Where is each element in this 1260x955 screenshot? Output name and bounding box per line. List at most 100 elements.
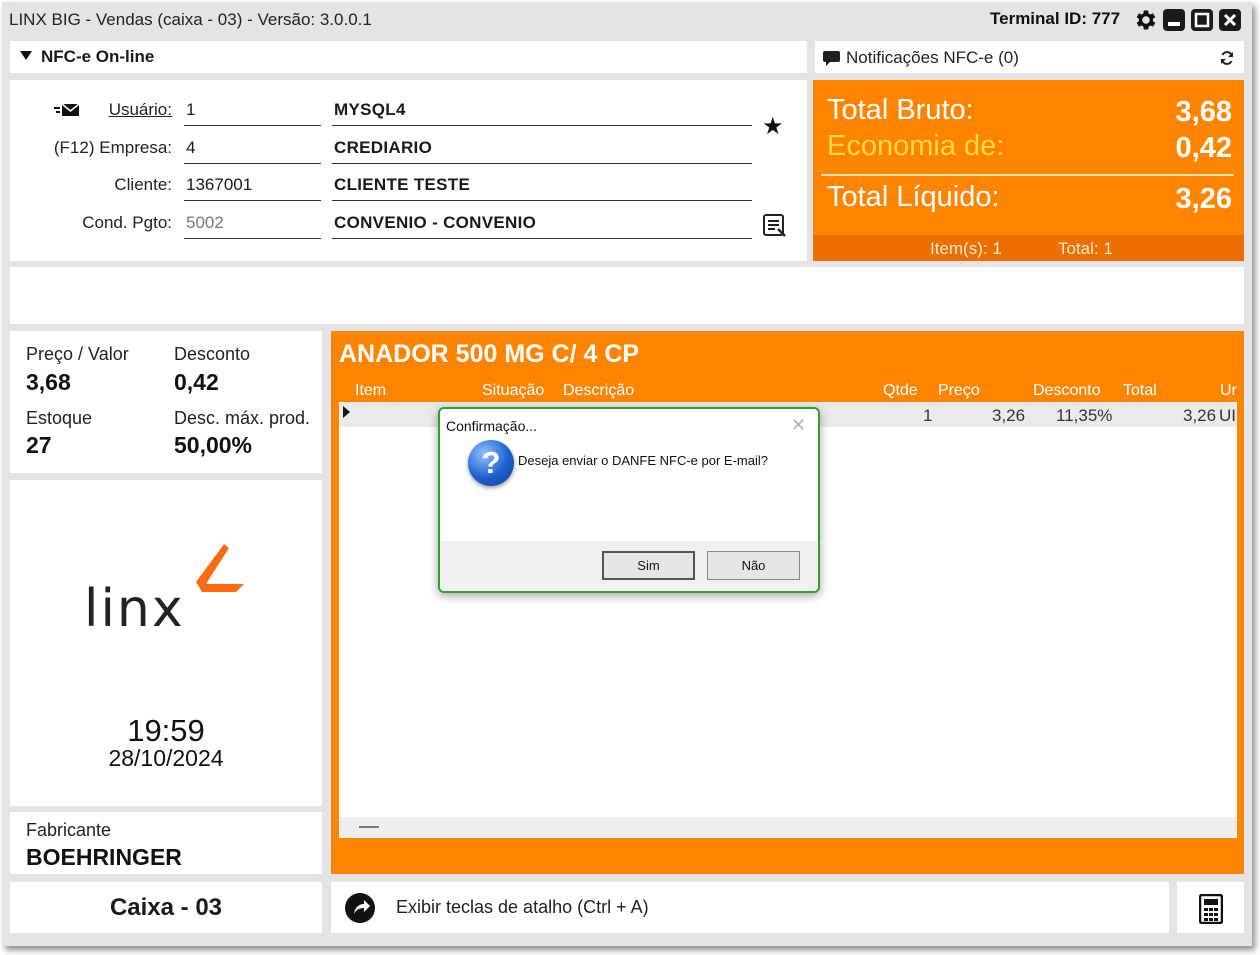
desconto-label: Desconto	[174, 344, 251, 364]
yes-button[interactable]: Sim	[602, 551, 695, 580]
usuario-name-field: MYSQL4	[332, 96, 752, 126]
preco-label: Preço / Valor	[26, 344, 129, 364]
desc-max-value: 50,00%	[174, 432, 253, 458]
totals-footer: Item(s): 1 Total: 1	[813, 235, 1244, 261]
product-info-panel: Preço / Valor 3,68 Desconto 0,42 Estoque…	[10, 331, 322, 473]
question-icon: ?	[468, 440, 514, 486]
col-situacao[interactable]: Situação	[482, 382, 544, 400]
grid-footer	[339, 817, 1237, 838]
cliente-code-field[interactable]: 1367001	[184, 171, 321, 201]
cliente-row: Cliente: 1367001 CLIENTE TESTE	[10, 167, 807, 201]
close-icon	[1223, 13, 1237, 27]
estoque-value: 27	[26, 432, 52, 458]
terminal-id: Terminal ID: 777	[990, 9, 1121, 28]
usuario-row: Usuário: 1 MYSQL4 ★	[10, 92, 807, 140]
send-email-icon[interactable]	[54, 102, 80, 118]
col-preco[interactable]: Preço	[938, 382, 980, 400]
total-bruto-label: Total Bruto:	[827, 94, 974, 126]
cond-pgto-name-field: CONVENIO - CONVENIO	[332, 209, 752, 239]
col-descricao[interactable]: Descrição	[563, 382, 634, 400]
notifications-bar[interactable]: Notificações NFC-e (0)	[815, 41, 1244, 73]
close-button[interactable]	[1219, 9, 1241, 31]
cliente-name-field: CLIENTE TESTE	[332, 171, 752, 201]
economia-value: 0,42	[1175, 132, 1232, 164]
shortcut-label: Exibir teclas de atalho (Ctrl + A)	[396, 897, 649, 917]
svg-text:linx: linx	[84, 579, 185, 634]
dialog-message: Deseja enviar o DANFE NFC-e por E-mail?	[518, 453, 768, 468]
fabricante-value: BOEHRINGER	[26, 844, 182, 870]
share-arrow-icon	[345, 893, 375, 923]
product-input-bar[interactable]	[10, 267, 1244, 324]
logo-clock-panel: linx 19:59 28/10/2024	[10, 480, 322, 806]
dialog-body: ? Deseja enviar o DANFE NFC-e por E-mail…	[440, 440, 817, 541]
total-bruto-value: 3,68	[1175, 96, 1232, 128]
cond-pgto-code-field[interactable]: 5002	[184, 209, 321, 239]
calculator-icon	[1199, 894, 1223, 924]
dialog-footer: Sim Não	[440, 541, 817, 591]
chevron-down-icon	[20, 51, 32, 60]
product-title: ANADOR 500 MG C/ 4 CP	[339, 340, 640, 368]
cell-unidade: UI	[1219, 406, 1236, 425]
calculator-button[interactable]	[1177, 882, 1244, 933]
caixa-panel: Caixa - 03	[10, 882, 322, 933]
cond-pgto-row: Cond. Pgto: 5002 CONVENIO - CONVENIO	[10, 205, 807, 239]
totals-divider	[821, 174, 1234, 176]
desc-max-label: Desc. máx. prod.	[174, 408, 311, 428]
estoque-label: Estoque	[26, 408, 93, 428]
empresa-code-field[interactable]: 4	[184, 134, 321, 164]
dialog-title: Confirmação...	[446, 418, 538, 434]
cell-desconto: 11,35%	[1056, 406, 1113, 425]
maximize-button[interactable]	[1191, 9, 1213, 31]
app-title: LINX BIG - Vendas (caixa - 03) - Versão:…	[9, 10, 372, 29]
items-count: Item(s): 1	[930, 239, 1002, 258]
sale-header-form: Usuário: 1 MYSQL4 ★ (F12) Empresa: 4 CRE…	[10, 80, 807, 261]
empresa-label: (F12) Empresa:	[54, 138, 172, 158]
shortcut-bar[interactable]: Exibir teclas de atalho (Ctrl + A)	[331, 882, 1169, 933]
maximize-icon	[1194, 12, 1210, 28]
col-qtde[interactable]: Qtde	[883, 382, 918, 400]
cliente-label: Cliente:	[114, 175, 172, 194]
gear-icon[interactable]	[1133, 7, 1159, 33]
caixa-label: Caixa - 03	[109, 894, 223, 921]
cell-qtde: 1	[923, 406, 933, 425]
total-liquido-label: Total Líquido:	[827, 181, 1000, 213]
fabricante-label: Fabricante	[26, 820, 112, 840]
clock-time: 19:59	[127, 713, 205, 748]
usuario-label: Usuário:	[108, 100, 172, 119]
economia-label: Economia de:	[827, 130, 1005, 162]
minimize-icon	[1168, 22, 1180, 26]
minimize-button[interactable]	[1163, 9, 1185, 31]
empresa-name-field: CREDIARIO	[332, 134, 752, 164]
nfce-mode-bar[interactable]: NFC-e On-line	[10, 41, 807, 73]
desconto-value: 0,42	[174, 369, 219, 395]
close-icon[interactable]: ✕	[791, 415, 806, 436]
col-total[interactable]: Total	[1123, 382, 1157, 400]
usuario-code-field[interactable]: 1	[184, 96, 321, 126]
preco-value: 3,68	[26, 369, 71, 395]
cond-pgto-label: Cond. Pgto:	[82, 213, 172, 232]
col-item[interactable]: Item	[355, 382, 386, 400]
refresh-icon[interactable]	[1219, 50, 1235, 66]
list-details-icon[interactable]	[762, 213, 788, 239]
cell-preco: 3,26	[992, 406, 1026, 425]
col-desconto[interactable]: Desconto	[1033, 382, 1101, 400]
fabricante-panel: Fabricante BOEHRINGER	[10, 812, 322, 874]
cell-total: 3,26	[1183, 406, 1217, 425]
empresa-label-text: Empresa:	[99, 138, 172, 157]
col-unidade[interactable]: Ur	[1220, 382, 1237, 400]
clock-date: 28/10/2024	[108, 745, 224, 771]
linx-logo: linx	[84, 544, 244, 634]
empresa-shortcut: (F12)	[53, 138, 95, 157]
totals-panel: Total Bruto: 3,68 Economia de: 0,42 Tota…	[813, 80, 1244, 261]
items-total: Total: 1	[1058, 239, 1113, 258]
title-bar: LINX BIG - Vendas (caixa - 03) - Versão:…	[2, 2, 1252, 38]
total-liquido-value: 3,26	[1175, 183, 1232, 215]
comment-icon	[823, 51, 840, 66]
minus-icon	[359, 826, 379, 828]
notifications-label: Notificações NFC-e (0)	[846, 48, 1019, 67]
nfce-mode-label: NFC-e On-line	[41, 47, 155, 66]
no-button[interactable]: Não	[707, 551, 800, 580]
confirm-dialog: Confirmação... ✕ ? Deseja enviar o DANFE…	[438, 407, 820, 593]
empresa-row: (F12) Empresa: 4 CREDIARIO	[10, 130, 807, 164]
row-pointer-icon	[343, 406, 350, 418]
